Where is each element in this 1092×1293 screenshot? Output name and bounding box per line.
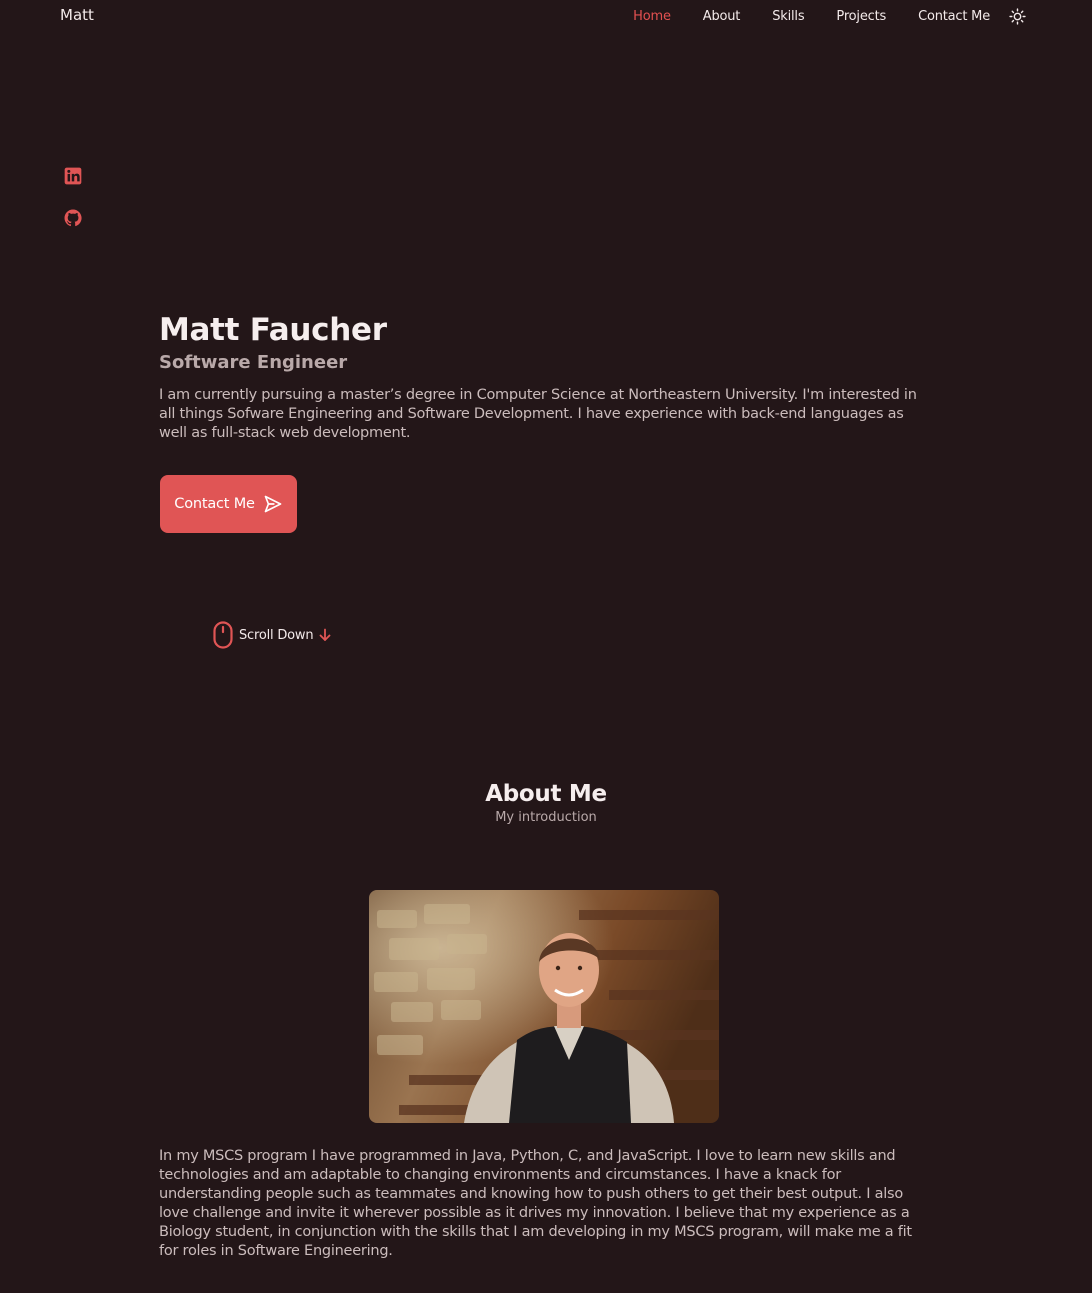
linkedin-link[interactable] — [63, 166, 83, 186]
scroll-down-link[interactable]: Scroll Down — [213, 621, 331, 649]
page: Matt Home About Skills Projects Contact … — [0, 0, 1092, 1293]
send-icon — [264, 495, 282, 513]
main-nav: Home About Skills Projects Contact Me — [601, 7, 1026, 25]
arrow-down-icon — [320, 628, 331, 641]
about-title: About Me — [485, 781, 607, 807]
contact-me-button[interactable]: Contact Me — [160, 475, 297, 533]
logo[interactable]: Matt — [60, 6, 94, 24]
github-link[interactable] — [63, 208, 83, 228]
profile-photo — [369, 890, 719, 1123]
social-links — [63, 166, 83, 228]
mouse-icon — [213, 621, 233, 649]
hero-description: I am currently pursuing a master’s degre… — [159, 387, 917, 441]
header: Matt Home About Skills Projects Contact … — [0, 0, 1092, 32]
nav-item-home[interactable]: Home — [633, 9, 671, 24]
github-icon — [64, 209, 82, 227]
sun-icon — [1008, 7, 1026, 25]
about-description: In my MSCS program I have programmed in … — [159, 1148, 912, 1259]
linkedin-icon — [64, 167, 82, 185]
nav-item-about[interactable]: About — [703, 9, 741, 24]
nav-item-projects[interactable]: Projects — [836, 9, 886, 24]
nav-item-contact[interactable]: Contact Me — [918, 9, 990, 24]
about-subtitle: My introduction — [495, 810, 597, 825]
theme-toggle-button[interactable] — [1008, 7, 1026, 25]
contact-me-label: Contact Me — [174, 496, 255, 512]
scroll-down-label: Scroll Down — [239, 627, 314, 643]
hero-name: Matt Faucher — [159, 312, 387, 348]
nav-item-skills[interactable]: Skills — [772, 9, 804, 24]
hero-role: Software Engineer — [159, 352, 348, 373]
